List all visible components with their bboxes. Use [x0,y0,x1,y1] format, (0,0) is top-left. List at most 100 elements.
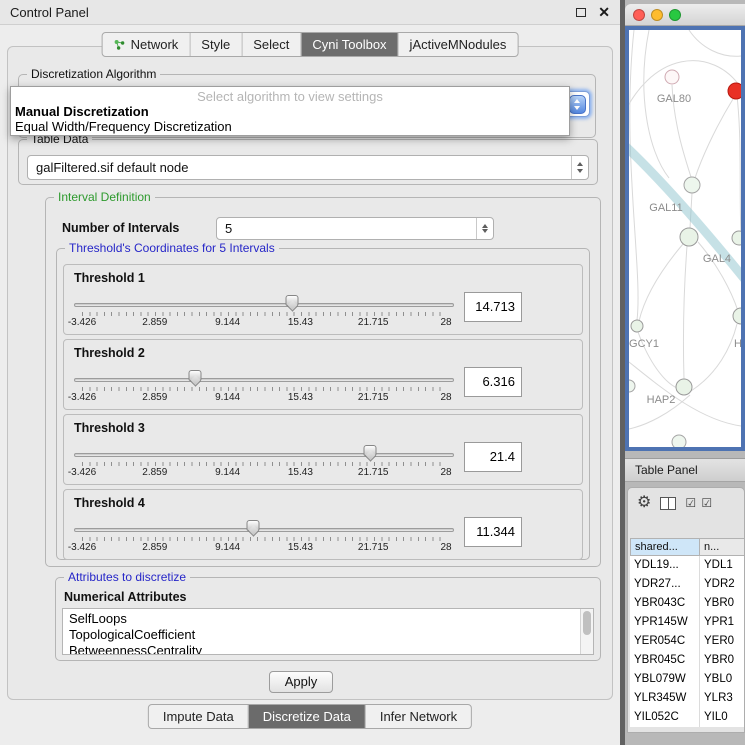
slider-thumb[interactable] [363,445,376,456]
combo-arrows-icon[interactable] [476,218,493,239]
cell[interactable]: YBR043C [630,594,700,613]
node[interactable] [629,380,635,392]
cell[interactable]: YBL079W [630,670,700,689]
table-row[interactable]: YBL079W YBL0 [630,670,745,689]
dropdown-option-equal-width[interactable]: Equal Width/Frequency Discretization [11,119,569,134]
threshold-value-field[interactable]: 21.4 [464,442,522,472]
minimize-traffic-light-icon[interactable] [651,9,663,21]
column-header-name[interactable]: n... [700,538,745,556]
cell[interactable]: YIL052C [630,708,700,727]
node[interactable] [672,435,686,447]
threshold-2-slider[interactable]: -3.426 2.859 9.144 15.43 21.715 28 [74,366,454,408]
table-row[interactable]: YER054C YER0 [630,632,745,651]
list-item[interactable]: TopologicalCoefficient [69,627,579,643]
combo-stepper-icon[interactable] [569,95,586,114]
node-label: GCY1 [629,338,659,350]
combo-arrows-icon[interactable] [571,156,588,179]
list-item[interactable]: BetweennessCentrality [69,643,579,655]
network-window-titlebar[interactable] [625,4,745,26]
node[interactable] [676,379,692,395]
cell[interactable]: YER054C [630,632,700,651]
cell[interactable]: YBR0 [700,594,745,613]
checkbox-columns-icon[interactable]: ☑ ☑ [685,496,713,510]
tab-select[interactable]: Select [241,33,300,56]
selected-node[interactable] [728,83,741,99]
tab-jactivemnodules[interactable]: jActiveMNodules [398,33,518,56]
cell[interactable]: YPR145W [630,613,700,632]
table-row[interactable]: YLR345W YLR3 [630,689,745,708]
cell[interactable]: YDR2 [700,575,745,594]
scale-label: 28 [440,542,451,553]
tab-network[interactable]: Network [103,33,190,56]
cell[interactable]: YBR0 [700,651,745,670]
threshold-3-slider[interactable]: -3.426 2.859 9.144 15.43 21.715 28 [74,441,454,483]
cell[interactable]: YDR27... [630,575,700,594]
list-scrollbar[interactable] [580,609,593,654]
tab-style[interactable]: Style [189,33,241,56]
apply-button[interactable]: Apply [269,671,333,693]
columns-icon[interactable] [660,497,676,510]
cell[interactable]: YLR3 [700,689,745,708]
table-row[interactable]: YBR045C YBR0 [630,651,745,670]
top-tab-strip: Network Style Select Cyni Toolbox jActiv… [102,32,519,57]
scale-label: 28 [440,392,451,403]
threshold-label: Threshold 4 [74,496,145,510]
dropdown-option-manual-discretization[interactable]: Manual Discretization [11,104,569,119]
bottom-tab-strip: Impute Data Discretize Data Infer Networ… [148,704,472,729]
node[interactable] [680,228,698,246]
node[interactable] [733,308,741,324]
table-row[interactable]: YDL19... YDL1 [630,556,745,575]
number-of-intervals-combobox[interactable]: 5 [216,217,494,240]
table-row[interactable]: YDR27... YDR2 [630,575,745,594]
column-header-shared-name[interactable]: shared... [630,538,700,556]
slider-thumb[interactable] [286,295,299,306]
scale-label: -3.426 [68,542,96,553]
zoom-traffic-light-icon[interactable] [669,9,681,21]
tab-cyni-toolbox[interactable]: Cyni Toolbox [300,33,397,56]
threshold-value-field[interactable]: 14.713 [464,292,522,322]
float-window-icon[interactable] [576,8,586,17]
numerical-attributes-list[interactable]: SelfLoops TopologicalCoefficient Between… [62,608,594,655]
tab-infer-network[interactable]: Infer Network [365,705,471,728]
combobox-value: galFiltered.sif default node [28,156,588,179]
node[interactable] [732,231,741,245]
threshold-value-field[interactable]: 6.316 [464,367,522,397]
network-canvas[interactable]: GAL80 GAL11 GAL4 GCY1 HAP2 H [629,30,741,447]
scale-label: 15.43 [288,317,313,328]
tab-discretize-data[interactable]: Discretize Data [248,705,365,728]
cell[interactable]: YIL0 [700,708,745,727]
node[interactable] [684,177,700,193]
gear-icon[interactable]: ⚙ [637,495,651,511]
control-panel-titlebar: Control Panel ✕ [0,0,620,25]
table-row[interactable]: YBR043C YBR0 [630,594,745,613]
table-data-combobox[interactable]: galFiltered.sif default node [27,155,589,180]
threshold-1-group: Threshold 1 -3.426 2.859 9.144 15.43 21.… [63,264,583,335]
close-traffic-light-icon[interactable] [633,9,645,21]
cell[interactable]: YER0 [700,632,745,651]
cell[interactable]: YDL19... [630,556,700,575]
table-row[interactable]: YIL052C YIL0 [630,708,745,727]
cell[interactable]: YLR345W [630,689,700,708]
threshold-4-slider[interactable]: -3.426 2.859 9.144 15.43 21.715 28 [74,516,454,558]
slider-thumb[interactable] [188,370,201,381]
number-of-intervals-label: Number of Intervals [62,221,179,235]
network-icon [114,39,126,51]
scale-label: 9.144 [215,467,240,478]
panel-title: Control Panel [10,5,89,20]
tab-impute-data[interactable]: Impute Data [149,705,248,728]
scrollbar-thumb[interactable] [583,611,591,635]
node[interactable] [665,70,679,84]
cell[interactable]: YBR045C [630,651,700,670]
slider-thumb[interactable] [247,520,260,531]
list-item[interactable]: SelfLoops [69,611,579,627]
cell[interactable]: YDL1 [700,556,745,575]
threshold-value-field[interactable]: 11.344 [464,517,522,547]
table-row[interactable]: YPR145W YPR1 [630,613,745,632]
threshold-1-slider[interactable]: -3.426 2.859 9.144 15.43 21.715 28 [74,291,454,333]
close-icon[interactable]: ✕ [598,5,610,19]
node[interactable] [631,320,643,332]
cell[interactable]: YPR1 [700,613,745,632]
cell[interactable]: YBL0 [700,670,745,689]
table-panel-titlebar[interactable]: Table Panel [625,458,745,482]
network-view-window: GAL80 GAL11 GAL4 GCY1 HAP2 H [625,4,745,451]
